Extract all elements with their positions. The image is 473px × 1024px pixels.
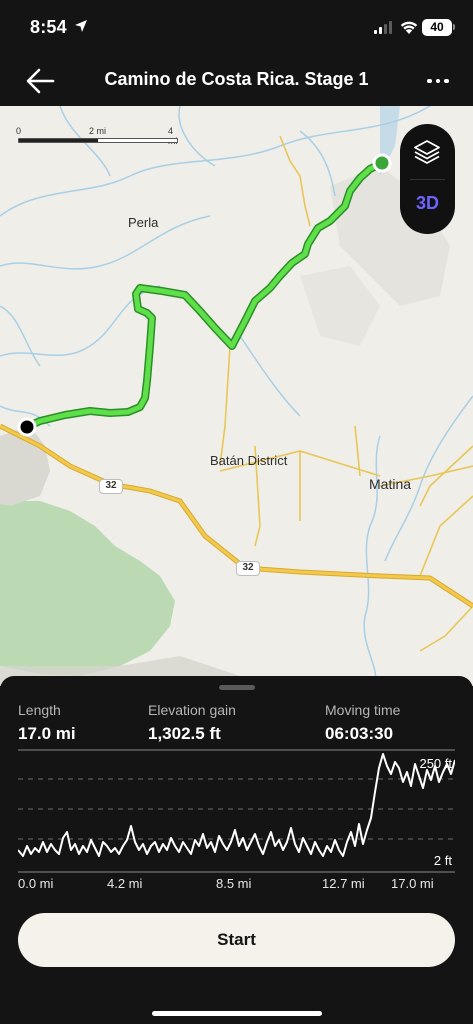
stat-value: 06:03:30	[325, 724, 394, 743]
place-label-batan: Batán District	[210, 453, 288, 468]
elevation-profile-chart[interactable]: 250 ft 2 ft	[18, 746, 455, 878]
x-axis-label: 4.2 mi	[107, 876, 143, 891]
status-time: 8:54	[30, 17, 67, 37]
map-controls: 3D	[400, 124, 455, 234]
nav-bar: Camino de Costa Rica. Stage 1	[0, 56, 473, 106]
battery-icon: 40	[422, 19, 452, 36]
x-axis-label: 8.5 mi	[216, 876, 252, 891]
cellular-signal-icon	[374, 21, 392, 34]
road-shield-32: 32	[99, 479, 123, 494]
stat-label: Elevation gain	[148, 702, 236, 718]
scale-label-2mi: 2 mi	[89, 126, 107, 136]
stat-value: 17.0 mi	[18, 724, 76, 743]
place-label-perla: Perla	[128, 215, 159, 230]
stat-label: Moving time	[325, 702, 401, 718]
x-axis-label: 0.0 mi	[18, 876, 54, 891]
back-arrow-icon[interactable]	[24, 66, 56, 96]
stat-label: Length	[18, 702, 61, 718]
place-label-matina: Matina	[369, 476, 412, 492]
battery-tip	[453, 24, 455, 30]
sheet-drag-handle[interactable]	[219, 685, 255, 690]
x-axis-label: 17.0 mi	[391, 876, 434, 891]
start-button[interactable]: Start	[18, 913, 455, 967]
scale-bar	[18, 138, 178, 143]
stat-elevation-gain: Elevation gain 1,302.5 ft	[148, 702, 236, 744]
status-bar: 8:54 40	[0, 0, 473, 56]
more-options-icon[interactable]	[423, 68, 453, 94]
stat-value: 1,302.5 ft	[148, 724, 221, 743]
stat-moving-time: Moving time 06:03:30	[325, 702, 400, 744]
home-indicator	[152, 1011, 322, 1016]
route-map[interactable]: 0 2 mi 4 mi Perla Batán District Matina …	[0, 106, 473, 686]
route-end-marker	[17, 417, 37, 437]
x-axis-label: 12.7 mi	[322, 876, 365, 891]
wifi-icon	[400, 21, 418, 34]
location-arrow-icon	[75, 20, 87, 32]
route-title: Camino de Costa Rica. Stage 1	[104, 69, 369, 89]
elevation-line	[18, 753, 455, 857]
3d-toggle-button[interactable]: 3D	[400, 187, 455, 219]
y-axis-min-label: 2 ft	[434, 853, 452, 868]
stat-length: Length 17.0 mi	[18, 702, 76, 744]
route-details-sheet: Length 17.0 mi Elevation gain 1,302.5 ft…	[0, 676, 473, 1024]
layers-icon[interactable]	[412, 138, 442, 166]
road-shield-32: 32	[236, 561, 260, 576]
y-axis-max-label: 250 ft	[419, 756, 452, 771]
scale-label-0: 0	[16, 126, 22, 136]
scale-label-4mi: 4 mi	[168, 126, 178, 146]
controls-divider	[410, 179, 445, 180]
route-start-marker	[372, 153, 392, 173]
